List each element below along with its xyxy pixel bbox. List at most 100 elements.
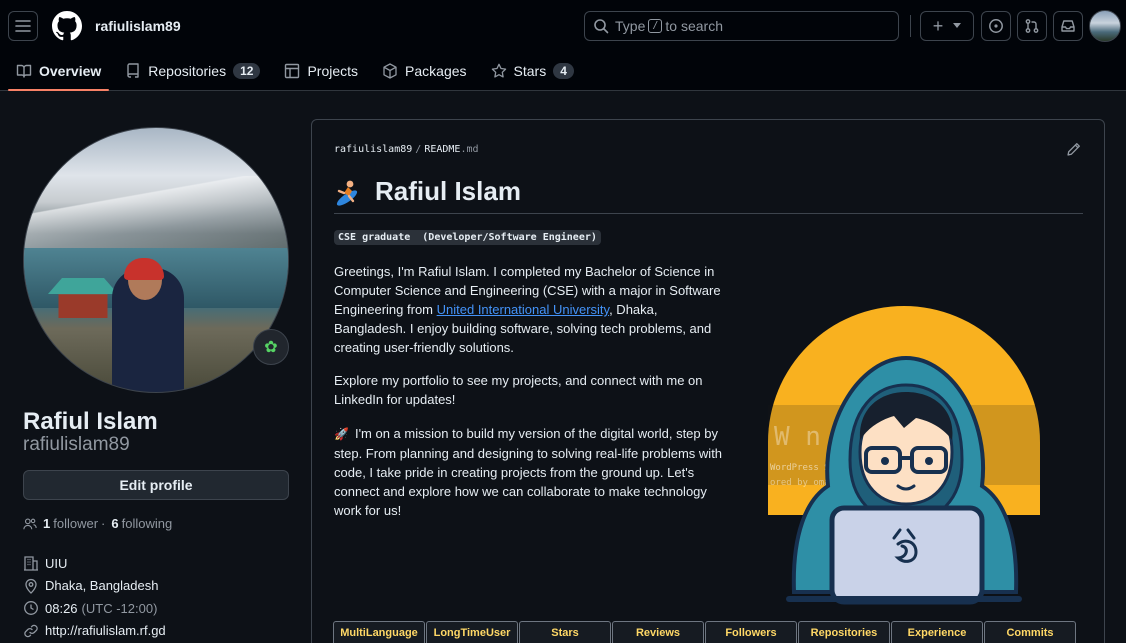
organization-row: UIU <box>23 552 166 575</box>
search-prefix: Type <box>615 18 646 34</box>
stars-count-badge: 4 <box>553 63 574 79</box>
badge-stars: Stars <box>519 621 611 643</box>
tab-label: Packages <box>405 63 467 79</box>
readme-file-link[interactable]: README <box>424 144 460 155</box>
following-count: 6 <box>111 516 119 531</box>
profile-details: UIU Dhaka, Bangladesh 08:26 (UTC -12:00)… <box>23 552 166 642</box>
website-link[interactable]: http://rafiulislam.rf.gd <box>45 623 166 638</box>
tab-packages[interactable]: Packages <box>374 52 474 90</box>
readme-title: Rafiul Islam <box>375 176 521 206</box>
header-divider <box>910 15 911 37</box>
badge-followers: Followers <box>705 621 797 643</box>
following-link[interactable]: 6 following <box>108 516 172 531</box>
search-input[interactable]: Type / to search <box>584 11 899 41</box>
avatar-mountains <box>24 176 288 256</box>
repo-icon <box>125 63 141 79</box>
organization-icon <box>23 555 39 571</box>
search-placeholder: Type / to search <box>615 18 723 34</box>
badge-repositories: Repositories <box>798 621 890 643</box>
role-code-snippet: CSE graduate (Developer/Software Enginee… <box>334 230 601 245</box>
readme-heading: Rafiul Islam <box>334 176 521 207</box>
person-surfing-icon <box>336 180 358 206</box>
user-avatar[interactable] <box>1089 10 1121 42</box>
clock-icon <box>23 600 39 616</box>
trophy-badges: MultiLanguage LongTimeUser Stars Reviews… <box>333 621 1077 643</box>
readme-breadcrumb: rafiulislam89/README.md <box>334 144 479 155</box>
pull-requests-button[interactable] <box>1017 11 1047 41</box>
tab-overview[interactable]: Overview <box>8 52 110 91</box>
profile-tabs: Overview Repositories 12 Projects Packag… <box>0 52 582 91</box>
following-label: following <box>121 516 173 531</box>
followers-label: follower <box>53 516 99 531</box>
badge-longtimeuser: LongTimeUser <box>426 621 518 643</box>
link-icon <box>23 623 39 639</box>
tab-repositories[interactable]: Repositories 12 <box>117 52 268 90</box>
global-header: rafiulislam89 Type / to search + Overvie… <box>0 0 1126 91</box>
triangle-down-icon <box>953 23 962 28</box>
website-row: http://rafiulislam.rf.gd <box>23 620 166 643</box>
search-suffix: to search <box>665 18 723 34</box>
pencil-icon <box>1067 143 1080 156</box>
tab-stars[interactable]: Stars 4 <box>483 52 582 90</box>
organization-text: UIU <box>45 555 68 571</box>
location-text: Dhaka, Bangladesh <box>45 578 159 594</box>
status-emoji-button[interactable]: ✿ <box>253 329 289 365</box>
inbox-icon <box>1061 20 1075 32</box>
badge-multilanguage: MultiLanguage <box>333 621 425 643</box>
portfolio-paragraph: Explore my portfolio to see my projects,… <box>334 373 703 407</box>
tab-label: Projects <box>307 63 359 79</box>
book-icon <box>16 63 32 79</box>
search-icon <box>594 19 609 34</box>
tab-label: Repositories <box>148 63 227 79</box>
status-flower-icon: ✿ <box>264 339 278 356</box>
issues-button[interactable] <box>981 11 1011 41</box>
avatar-pagoda <box>48 278 118 318</box>
tab-label: Stars <box>513 63 547 79</box>
readme-owner-link[interactable]: rafiulislam89 <box>334 144 412 155</box>
git-pull-request-icon <box>1025 19 1039 33</box>
rocket-icon: 🚀 <box>334 427 349 441</box>
local-time-text: 08:26 <box>45 600 78 616</box>
create-new-button[interactable]: + <box>920 11 974 41</box>
hamburger-icon <box>15 20 31 32</box>
repositories-count-badge: 12 <box>233 63 261 79</box>
mission-text: I'm on a mission to build my version of … <box>334 426 723 518</box>
search-shortcut-key: / <box>648 19 663 33</box>
badge-commits: Commits <box>984 621 1076 643</box>
edit-readme-button[interactable] <box>1066 142 1081 160</box>
followers-link[interactable]: 1 follower <box>40 516 98 531</box>
package-icon <box>382 63 398 79</box>
location-row: Dhaka, Bangladesh <box>23 575 166 598</box>
context-username[interactable]: rafiulislam89 <box>95 18 181 34</box>
table-icon <box>284 63 300 79</box>
people-icon <box>23 518 37 529</box>
badge-experience: Experience <box>891 621 983 643</box>
github-logo-icon[interactable] <box>52 11 82 41</box>
edit-profile-button[interactable]: Edit profile <box>23 470 289 500</box>
tab-projects[interactable]: Projects <box>276 52 366 90</box>
badge-reviews: Reviews <box>612 621 704 643</box>
notifications-button[interactable] <box>1053 11 1083 41</box>
dot-separator: · <box>101 516 106 531</box>
profile-name: Rafiul Islam <box>23 408 158 435</box>
breadcrumb-separator: / <box>415 144 422 155</box>
profile-readme: rafiulislam89/README.md Rafiul Islam CSE… <box>311 119 1105 643</box>
tab-label: Overview <box>39 63 102 79</box>
issue-opened-icon <box>989 19 1003 33</box>
heading-divider <box>334 213 1083 214</box>
local-time-row: 08:26 (UTC -12:00) <box>23 597 166 620</box>
followers-count: 1 <box>43 516 51 531</box>
menu-button[interactable] <box>8 11 38 41</box>
star-icon <box>491 63 507 79</box>
follow-stats: 1 follower · 6 following <box>23 516 172 531</box>
location-icon <box>23 578 39 594</box>
timezone-text: (UTC -12:00) <box>81 600 158 616</box>
mission-paragraph: 🚀 I'm on a mission to build my version of… <box>334 424 724 520</box>
profile-login: rafiulislam89 <box>23 434 130 455</box>
intro-paragraph: Greetings, I'm Rafiul Islam. I completed… <box>334 262 724 357</box>
university-link[interactable]: United International University <box>437 302 609 317</box>
profile-avatar[interactable] <box>23 127 289 393</box>
plus-icon: + <box>932 15 944 36</box>
svg-text:W n: W n <box>774 422 821 452</box>
developer-laptop-illustration: W n WordPress Se WPScan Team ored by oma… <box>768 306 1040 605</box>
